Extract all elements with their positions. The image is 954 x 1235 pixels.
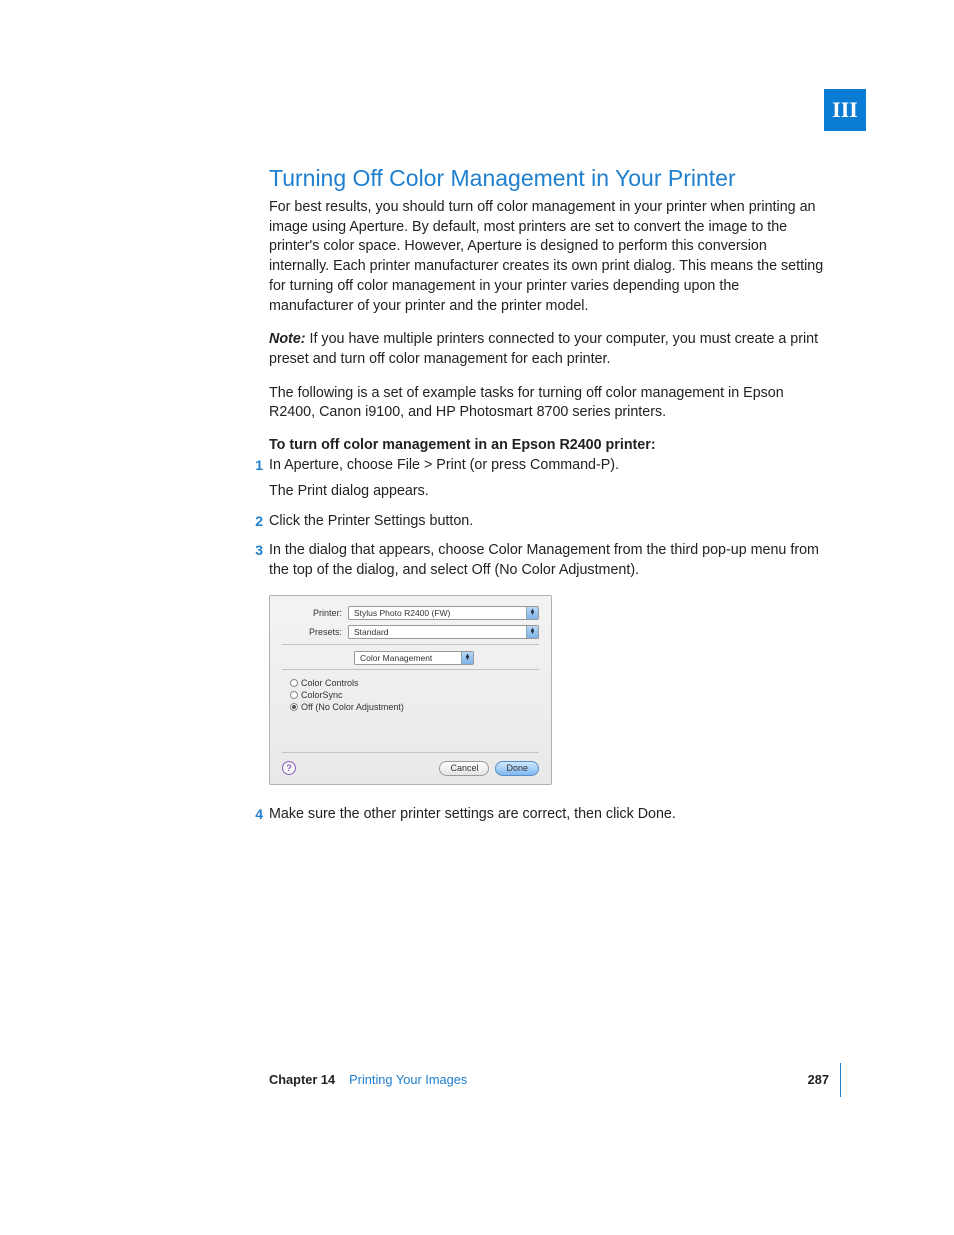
printer-label: Printer: bbox=[282, 608, 348, 618]
footer-chapter: Chapter 14 bbox=[269, 1072, 335, 1087]
divider bbox=[282, 644, 539, 645]
printer-value: Stylus Photo R2400 (FW) bbox=[354, 608, 450, 618]
select-arrow-icon: ▲▼ bbox=[526, 607, 538, 619]
step-3: 3 In the dialog that appears, choose Col… bbox=[269, 541, 824, 580]
print-dialog-figure: Printer: Stylus Photo R2400 (FW) ▲▼ Pres… bbox=[269, 595, 552, 785]
printer-row: Printer: Stylus Photo R2400 (FW) ▲▼ bbox=[282, 606, 539, 620]
section-tab: III bbox=[824, 89, 866, 131]
dialog-buttons: Cancel Done bbox=[439, 761, 539, 776]
step-number: 4 bbox=[247, 805, 263, 824]
section-value: Color Management bbox=[360, 653, 432, 663]
note-paragraph: Note: If you have multiple printers conn… bbox=[269, 330, 824, 369]
note-label: Note: bbox=[269, 331, 306, 347]
step-4: 4 Make sure the other printer settings a… bbox=[269, 805, 824, 825]
radio-icon bbox=[290, 691, 298, 699]
step-number: 2 bbox=[247, 512, 263, 531]
footer-title: Printing Your Images bbox=[349, 1072, 467, 1087]
radio-label: ColorSync bbox=[301, 690, 343, 700]
done-button[interactable]: Done bbox=[495, 761, 539, 776]
footer-page-number: 287 bbox=[808, 1072, 829, 1087]
footer-rule bbox=[840, 1063, 841, 1097]
radio-color-controls[interactable]: Color Controls bbox=[290, 678, 539, 688]
step-number: 1 bbox=[247, 456, 263, 475]
radio-off-no-color[interactable]: Off (No Color Adjustment) bbox=[290, 702, 539, 712]
radio-icon bbox=[290, 679, 298, 687]
select-arrow-icon: ▲▼ bbox=[461, 652, 473, 664]
radio-label: Color Controls bbox=[301, 678, 359, 688]
presets-value: Standard bbox=[354, 627, 389, 637]
presets-row: Presets: Standard ▲▼ bbox=[282, 625, 539, 639]
note-text: If you have multiple printers connected … bbox=[269, 331, 818, 367]
presets-select[interactable]: Standard ▲▼ bbox=[348, 625, 539, 639]
section-heading: Turning Off Color Management in Your Pri… bbox=[269, 165, 824, 192]
step-number: 3 bbox=[247, 541, 263, 560]
step-text: Click the Printer Settings button. bbox=[269, 513, 473, 529]
step-text: In Aperture, choose File > Print (or pre… bbox=[269, 457, 619, 473]
presets-label: Presets: bbox=[282, 627, 348, 637]
radio-icon-selected bbox=[290, 703, 298, 711]
section-select[interactable]: Color Management ▲▼ bbox=[354, 651, 474, 665]
radio-label: Off (No Color Adjustment) bbox=[301, 702, 404, 712]
dialog-footer: ? Cancel Done bbox=[282, 752, 539, 776]
procedure-heading: To turn off color management in an Epson… bbox=[269, 437, 824, 453]
radio-colorsync[interactable]: ColorSync bbox=[290, 690, 539, 700]
divider bbox=[282, 669, 539, 670]
page-footer: Chapter 14 Printing Your Images 287 bbox=[269, 1072, 829, 1087]
step-text: In the dialog that appears, choose Color… bbox=[269, 542, 819, 578]
page-content: Turning Off Color Management in Your Pri… bbox=[269, 165, 824, 835]
select-arrow-icon: ▲▼ bbox=[526, 626, 538, 638]
step-subtext: The Print dialog appears. bbox=[269, 482, 824, 502]
step-2: 2 Click the Printer Settings button. bbox=[269, 512, 824, 532]
cancel-button[interactable]: Cancel bbox=[439, 761, 489, 776]
step-text: Make sure the other printer settings are… bbox=[269, 806, 676, 822]
help-button[interactable]: ? bbox=[282, 761, 296, 775]
step-1: 1 In Aperture, choose File > Print (or p… bbox=[269, 456, 824, 501]
example-intro: The following is a set of example tasks … bbox=[269, 384, 824, 423]
color-radio-group: Color Controls ColorSync Off (No Color A… bbox=[290, 678, 539, 712]
printer-select[interactable]: Stylus Photo R2400 (FW) ▲▼ bbox=[348, 606, 539, 620]
intro-paragraph: For best results, you should turn off co… bbox=[269, 198, 824, 316]
